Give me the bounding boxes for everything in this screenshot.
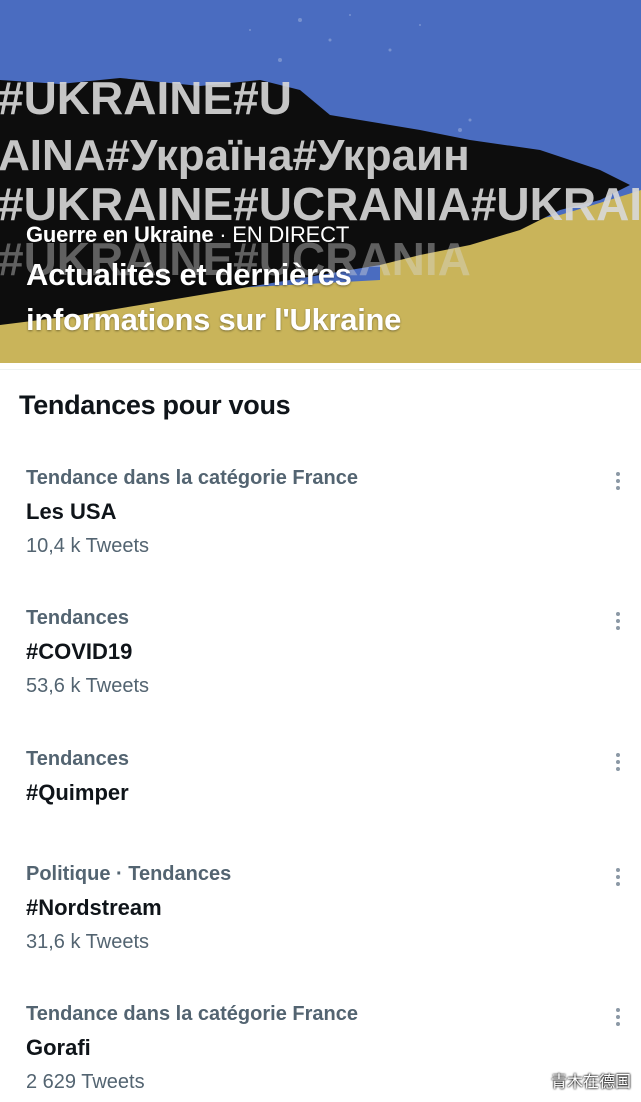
- trend-category: Tendance dans la catégorie France: [26, 1003, 358, 1025]
- more-options-icon[interactable]: [606, 1005, 630, 1029]
- trend-tweet-count: 53,6 k Tweets: [26, 675, 150, 697]
- banner-line-2: AINA#Україна#Украин: [0, 131, 470, 180]
- trend-name: #COVID19: [26, 639, 133, 664]
- hero-kicker: Guerre en Ukraine · EN DIRECT: [26, 222, 496, 248]
- trend-item[interactable]: Tendance dans la catégorie France Gorafi…: [26, 1001, 626, 1095]
- trend-item[interactable]: Tendances #COVID19 53,6 k Tweets: [26, 605, 626, 699]
- section-divider: [0, 369, 641, 370]
- trend-item[interactable]: Politique · Tendances #Nordstream 31,6 k…: [26, 861, 626, 955]
- trend-tweet-count: 10,4 k Tweets: [26, 535, 150, 557]
- watermark: 青木在德国: [550, 1072, 631, 1091]
- more-options-icon[interactable]: [606, 469, 630, 493]
- trend-category: Tendances: [26, 748, 129, 770]
- trend-name: Gorafi: [26, 1035, 91, 1060]
- more-options-icon[interactable]: [606, 865, 630, 889]
- trend-name: #Nordstream: [26, 895, 162, 920]
- trend-item[interactable]: Tendances #Quimper: [26, 746, 626, 808]
- trends-section-title: Tendances pour vous: [19, 390, 291, 420]
- ukraine-news-banner[interactable]: #UKRAINE#U AINA#Україна#Украин #UKRAINE#…: [0, 0, 641, 363]
- hero-title: Actualités et dernières informations sur…: [26, 257, 402, 337]
- more-options-icon[interactable]: [606, 609, 630, 633]
- trend-tweet-count: 2 629 Tweets: [26, 1071, 145, 1093]
- trend-tweet-count: 31,6 k Tweets: [26, 931, 150, 953]
- more-options-icon[interactable]: [606, 750, 630, 774]
- trend-name: #Quimper: [26, 780, 129, 805]
- hero-live-label: · EN DIRECT: [213, 222, 350, 247]
- banner-line-1: #UKRAINE#U: [0, 72, 292, 124]
- hero-topic: Guerre en Ukraine: [26, 222, 214, 247]
- trend-item[interactable]: Tendance dans la catégorie France Les US…: [26, 465, 626, 559]
- hero-caption: Guerre en Ukraine · EN DIRECT Actualités…: [26, 222, 496, 342]
- trend-category: Politique · Tendances: [26, 863, 232, 885]
- trend-name: Les USA: [26, 499, 117, 524]
- trend-category: Tendance dans la catégorie France: [26, 467, 358, 489]
- trend-category: Tendances: [26, 607, 129, 629]
